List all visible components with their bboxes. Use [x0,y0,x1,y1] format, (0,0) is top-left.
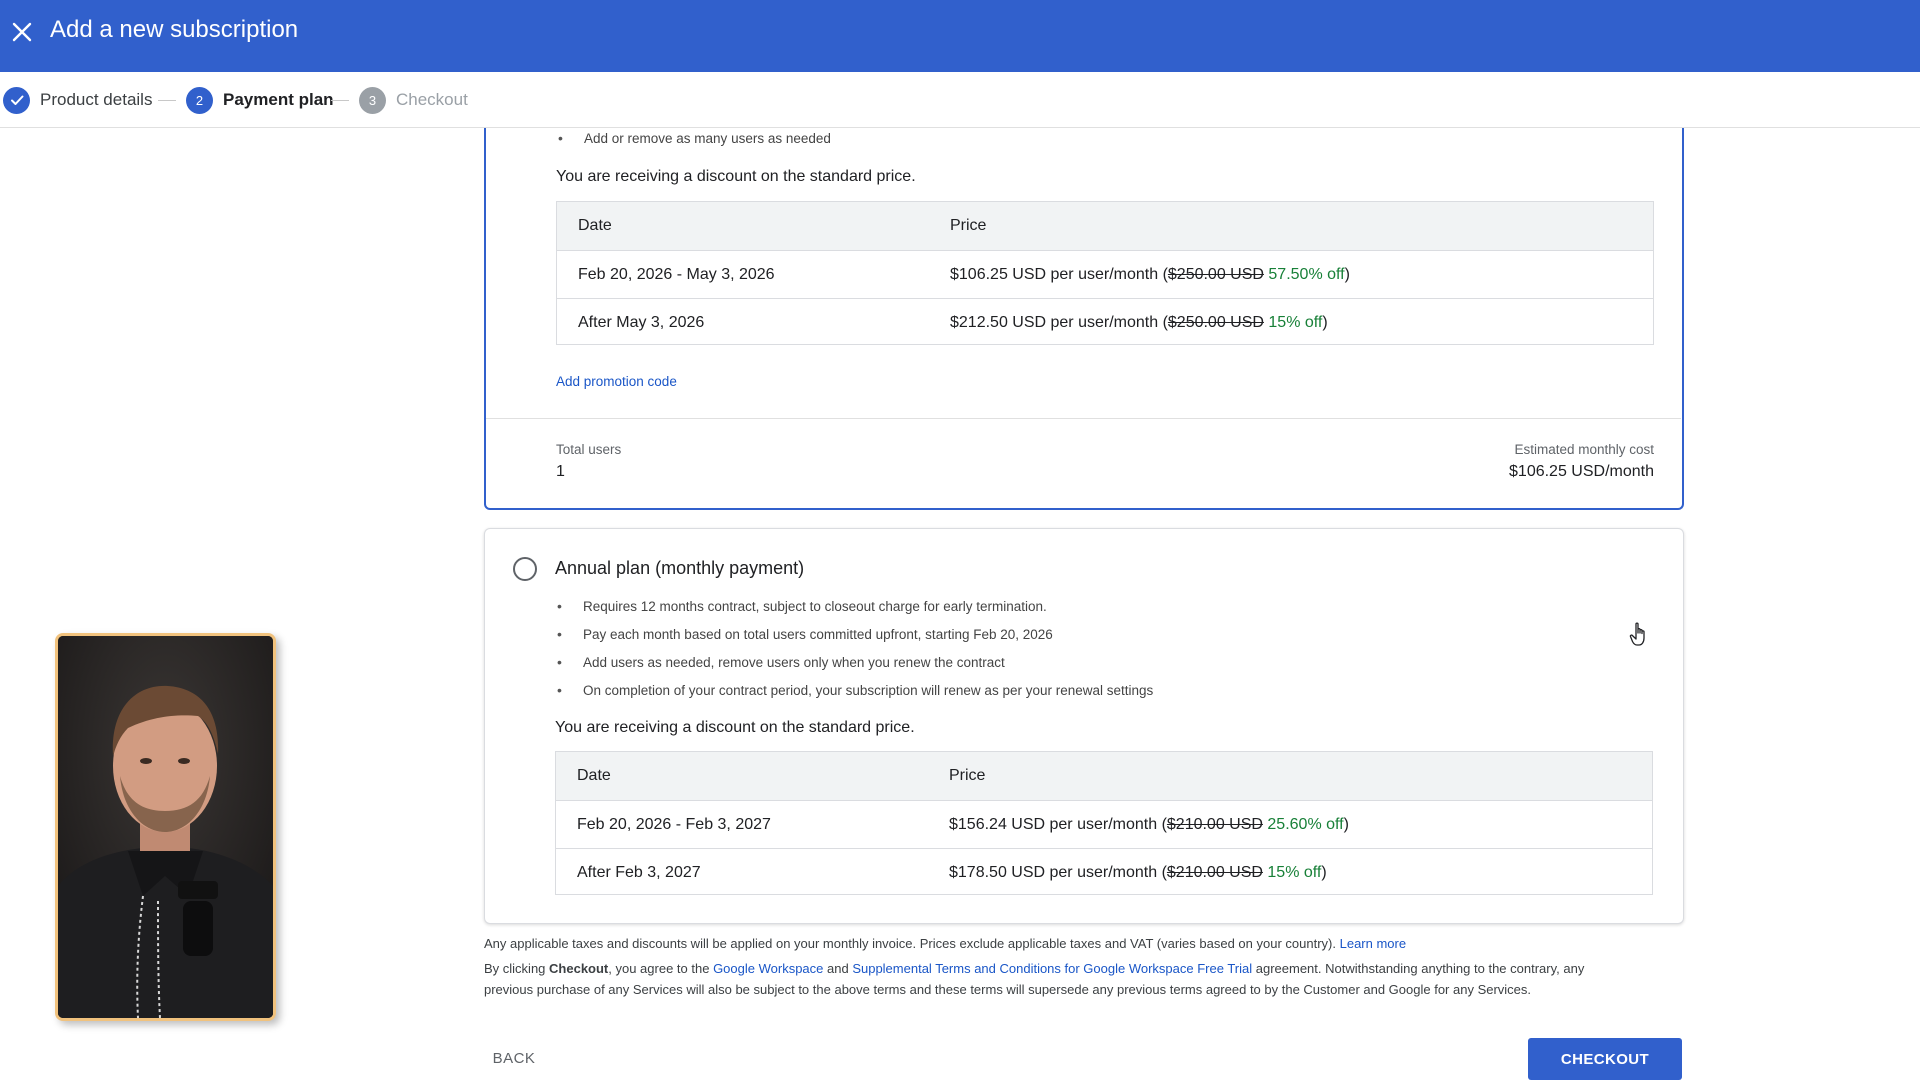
add-promotion-code-link[interactable]: Add promotion code [556,374,677,389]
close-icon [12,22,32,42]
step-label: Payment plan [223,90,334,109]
top-app-bar: Add a new subscription [0,0,1920,72]
step-connector [158,100,176,101]
row-date: Feb 20, 2026 - May 3, 2026 [578,266,775,283]
annual-plan-radio[interactable] [513,557,537,581]
checkout-agreement: By clicking Checkout, you agree to the G… [484,961,1585,997]
column-header-price: Price [950,217,987,234]
presenter-webcam-video [55,633,276,1021]
plan-card-annual[interactable]: Annual plan (monthly payment) Requires 1… [484,528,1684,924]
price-table: Date Price Feb 20, 2026 - May 3, 2026 $1… [556,201,1654,345]
total-users-value: 1 [556,463,565,480]
supplemental-terms-link[interactable]: Supplemental Terms and Conditions for Go… [852,961,1252,976]
plan-bullet: Pay each month based on total users comm… [557,626,1053,642]
table-row: Feb 20, 2026 - May 3, 2026 $106.25 USD p… [557,250,1653,298]
table-header-row: Date Price [557,202,1653,250]
column-header-date: Date [577,767,611,784]
close-button[interactable] [4,14,40,50]
hand-pointer-icon [1629,622,1645,646]
row-price: $106.25 USD per user/month ($250.00 USD … [950,266,1350,283]
tax-disclaimer: Any applicable taxes and discounts will … [484,936,1407,951]
step-done-indicator [3,86,30,114]
row-price: $178.50 USD per user/month ($210.00 USD … [949,864,1327,881]
step-number: 2 [186,86,213,114]
discount-text: You are receiving a discount on the stan… [556,168,916,185]
table-row: After May 3, 2026 $212.50 USD per user/m… [557,298,1653,346]
google-workspace-link[interactable]: Google Workspace [713,961,823,976]
step-label: Checkout [396,90,468,109]
step-product-details[interactable]: Product details [3,86,152,114]
total-users-label: Total users [556,442,622,457]
table-header-row: Date Price [556,752,1652,800]
plan-bullet: Requires 12 months contract, subject to … [557,598,1047,614]
step-number: 3 [359,86,386,114]
row-price: $156.24 USD per user/month ($210.00 USD … [949,816,1349,833]
step-label: Product details [40,90,153,109]
table-row: Feb 20, 2026 - Feb 3, 2027 $156.24 USD p… [556,800,1652,848]
step-checkout[interactable]: 3 Checkout [359,86,468,114]
estimated-cost-label: Estimated monthly cost [1514,442,1654,457]
plan-bullet: Add users as needed, remove users only w… [557,654,1005,670]
stepper: Product details 2 Payment plan 3 Checkou… [0,72,1920,128]
learn-more-link[interactable]: Learn more [1340,936,1406,951]
step-connector [331,100,349,101]
estimated-cost-value: $106.25 USD/month [1509,463,1654,480]
step-payment-plan[interactable]: 2 Payment plan [186,86,334,114]
plan-bullet: On completion of your contract period, y… [557,682,1153,698]
plan-title: Annual plan (monthly payment) [555,558,805,578]
discount-text: You are receiving a discount on the stan… [555,719,915,736]
row-date: Feb 20, 2026 - Feb 3, 2027 [577,816,771,833]
back-button[interactable]: BACK [482,1040,546,1076]
plan-card-flexible[interactable]: Add or remove as many users as needed Yo… [484,128,1684,510]
column-header-date: Date [578,217,612,234]
column-header-price: Price [949,767,986,784]
row-price: $212.50 USD per user/month ($250.00 USD … [950,314,1328,331]
row-date: After Feb 3, 2027 [577,864,701,881]
table-row: After Feb 3, 2027 $178.50 USD per user/m… [556,848,1652,896]
row-date: After May 3, 2026 [578,314,705,331]
checkout-button[interactable]: CHECKOUT [1528,1038,1682,1080]
presenter-image [58,636,273,1018]
plan-bullet: Add or remove as many users as needed [558,130,831,146]
check-icon [10,95,23,105]
price-table: Date Price Feb 20, 2026 - Feb 3, 2027 $1… [555,751,1653,895]
divider [486,418,1681,419]
page-title: Add a new subscription [50,16,299,43]
